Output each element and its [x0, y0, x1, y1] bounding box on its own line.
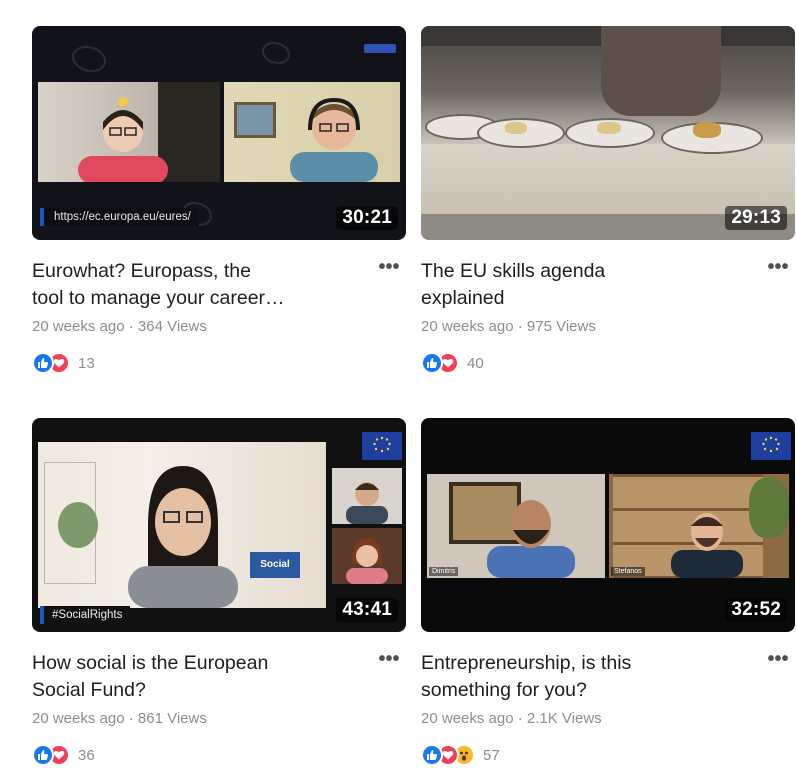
video-thumbnail[interactable]: https://ec.europa.eu/eures/ 30:21 [32, 26, 406, 240]
more-options-icon[interactable]: ••• [374, 649, 404, 672]
more-options-icon[interactable]: ••• [374, 257, 404, 280]
video-card[interactable]: 29:13 The EU skills agenda explained •••… [421, 26, 795, 374]
thumbs-up-icon [32, 352, 54, 374]
reaction-count: 36 [78, 746, 95, 764]
plant [749, 478, 789, 538]
video-title-line: Social Fund? [32, 679, 146, 701]
reaction-count: 13 [78, 354, 95, 372]
video-title-line: Entrepreneurship, is this [421, 652, 632, 674]
hashtag-overlay: #SocialRights [40, 606, 131, 624]
thumbs-up-icon [32, 744, 54, 766]
video-title[interactable]: The EU skills agenda explained [421, 258, 739, 312]
chef-apron [601, 26, 721, 116]
video-duration: 29:13 [725, 206, 787, 230]
reaction-count: 57 [483, 746, 500, 764]
video-call-pane: Dimitris [427, 474, 605, 578]
reactions[interactable]: 36 [32, 744, 95, 766]
eu-flag-icon [362, 432, 402, 460]
reactions[interactable]: 13 [32, 352, 95, 374]
woman-participant [346, 538, 388, 584]
food [505, 122, 527, 134]
thumbs-up-icon [421, 352, 443, 374]
food [693, 122, 721, 138]
food [597, 122, 621, 134]
video-title-line: explained [421, 287, 505, 309]
url-overlay: https://ec.europa.eu/eures/ [40, 208, 199, 226]
plant [58, 502, 98, 548]
video-title-line: something for you? [421, 679, 587, 701]
video-title-line: The EU skills agenda [421, 260, 606, 282]
decorative-leaf [262, 42, 290, 64]
video-title[interactable]: Entrepreneurship, is this something for … [421, 650, 739, 704]
woman-with-headset [78, 97, 168, 182]
reactions[interactable]: 57 [421, 744, 500, 766]
more-options-icon[interactable]: ••• [763, 257, 793, 280]
eu-flag-icon [751, 432, 791, 460]
video-call-pane [224, 82, 400, 182]
woman-speaker [128, 466, 238, 608]
video-card[interactable]: Dimitris Stefanos 32:52 Entrepreneurship… [421, 418, 795, 766]
video-duration: 43:41 [336, 598, 398, 622]
video-meta: 20 weeks ago · 2.1K Views [421, 710, 602, 727]
video-title-line: tool to manage your career… [32, 287, 285, 309]
video-title-line: How social is the European [32, 652, 269, 674]
more-options-icon[interactable]: ••• [763, 649, 793, 672]
man-participant [671, 513, 743, 578]
video-meta: 20 weeks ago · 975 Views [421, 318, 596, 335]
video-call-pane: Stefanos [609, 474, 789, 578]
man-speaker [487, 500, 575, 578]
video-title[interactable]: How social is the European Social Fund? [32, 650, 350, 704]
decorative-leaf [72, 46, 106, 72]
video-card[interactable]: Social #SocialRights 43:41 How social is… [32, 418, 406, 766]
participant-name: Dimitris [429, 567, 459, 576]
video-call-pane [332, 468, 402, 524]
video-thumbnail[interactable]: Dimitris Stefanos 32:52 [421, 418, 795, 632]
video-call-pane: Social [38, 442, 326, 608]
man-with-headset [290, 97, 378, 182]
video-call-pane [332, 528, 402, 584]
social-logo: Social [250, 552, 300, 578]
video-meta: 20 weeks ago · 364 Views [32, 318, 207, 335]
wall-picture [234, 102, 276, 138]
europass-tag [364, 44, 396, 53]
video-duration: 32:52 [725, 598, 787, 622]
thumbs-up-icon [421, 744, 443, 766]
video-call-pane [38, 82, 220, 182]
counter [421, 144, 795, 214]
video-duration: 30:21 [336, 206, 398, 230]
reactions[interactable]: 40 [421, 352, 484, 374]
video-thumbnail[interactable]: 29:13 [421, 26, 795, 240]
video-title-line: Eurowhat? Europass, the [32, 260, 251, 282]
participant-name: Stefanos [611, 567, 645, 576]
video-title[interactable]: Eurowhat? Europass, the tool to manage y… [32, 258, 350, 312]
man-participant [346, 482, 388, 524]
video-thumbnail[interactable]: Social #SocialRights 43:41 [32, 418, 406, 632]
video-card[interactable]: https://ec.europa.eu/eures/ 30:21 Eurowh… [32, 26, 406, 374]
reaction-count: 40 [467, 354, 484, 372]
video-meta: 20 weeks ago · 861 Views [32, 710, 207, 727]
